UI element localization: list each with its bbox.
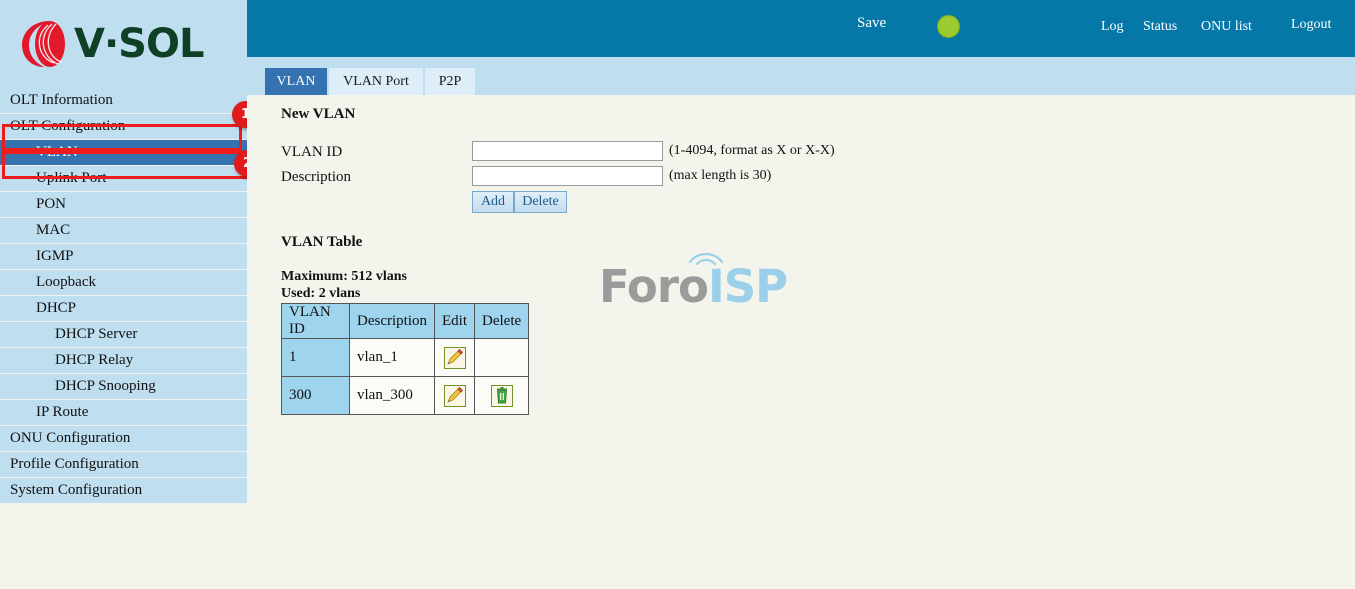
vlan-id-label: VLAN ID <box>281 144 343 160</box>
status-dot <box>937 15 960 38</box>
new-vlan-heading: New VLAN <box>281 106 356 122</box>
pencil-edit-icon[interactable] <box>443 384 466 407</box>
sidebar-item-igmp[interactable]: IGMP <box>0 244 247 270</box>
sidebar-navigation: OLT Information OLT Configuration VLAN U… <box>0 88 247 504</box>
cell-description: vlan_300 <box>349 376 435 415</box>
sidebar-item-profile-configuration[interactable]: Profile Configuration <box>0 452 247 478</box>
description-label: Description <box>281 169 351 185</box>
sidebar-item-pon[interactable]: PON <box>0 192 247 218</box>
vlan-id-hint: (1-4094, format as X or X-X) <box>669 143 835 158</box>
cell-vlan-id: 1 <box>281 338 350 377</box>
column-header-vlan-id: VLAN ID <box>281 303 350 339</box>
table-row: 300 vlan_300 <box>281 376 530 415</box>
watermark-part-isp: ISP <box>707 260 788 313</box>
vsol-swirl-logo-icon <box>22 21 65 67</box>
main-content: New VLAN VLAN ID (1-4094, format as X or… <box>247 95 1355 589</box>
cell-vlan-id: 300 <box>281 376 350 415</box>
description-hint: (max length is 30) <box>669 168 772 183</box>
nav-link-log[interactable]: Log <box>1101 19 1124 35</box>
cell-delete-empty <box>473 338 530 377</box>
sidebar-item-loopback[interactable]: Loopback <box>0 270 247 296</box>
brand-logo-panel: V·SOL <box>0 0 247 88</box>
nav-link-status[interactable]: Status <box>1143 19 1177 35</box>
brand-logo-text: V·SOL <box>74 21 204 67</box>
tab-p2p[interactable]: P2P <box>425 68 475 95</box>
column-header-delete: Delete <box>473 303 530 339</box>
vlan-table-heading: VLAN Table <box>281 234 363 250</box>
tab-vlan-port[interactable]: VLAN Port <box>329 68 423 95</box>
top-navigation-bar: Save Log Status ONU list Logout <box>247 0 1355 57</box>
cell-edit[interactable] <box>434 376 475 415</box>
trash-delete-icon[interactable] <box>490 384 513 407</box>
foroisp-watermark: ForoISP <box>599 252 788 313</box>
sidebar-item-dhcp-relay[interactable]: DHCP Relay <box>0 348 247 374</box>
vlan-table: VLAN ID Description Edit Delete 1 vlan_1 <box>281 303 530 415</box>
sidebar-item-dhcp-snooping[interactable]: DHCP Snooping <box>0 374 247 400</box>
cell-description: vlan_1 <box>349 338 435 377</box>
column-header-description: Description <box>349 303 435 339</box>
sidebar-item-onu-configuration[interactable]: ONU Configuration <box>0 426 247 452</box>
maximum-vlans-text: Maximum: 512 vlans <box>281 269 407 284</box>
pencil-edit-icon[interactable] <box>443 346 466 369</box>
nav-link-onu-list[interactable]: ONU list <box>1201 19 1252 35</box>
sidebar-item-olt-configuration[interactable]: OLT Configuration <box>0 114 247 140</box>
delete-button[interactable]: Delete <box>514 191 567 213</box>
used-vlans-text: Used: 2 vlans <box>281 286 361 301</box>
cell-delete[interactable] <box>473 376 530 415</box>
tab-strip: VLAN VLAN Port P2P <box>247 57 1355 95</box>
column-header-edit: Edit <box>434 303 475 339</box>
sidebar-item-mac[interactable]: MAC <box>0 218 247 244</box>
sidebar-item-ip-route[interactable]: IP Route <box>0 400 247 426</box>
table-row: 1 vlan_1 <box>281 338 530 377</box>
table-header-row: VLAN ID Description Edit Delete <box>281 303 530 339</box>
save-button[interactable]: Save <box>857 15 886 32</box>
nav-link-logout[interactable]: Logout <box>1291 17 1331 33</box>
sidebar-item-dhcp-server[interactable]: DHCP Server <box>0 322 247 348</box>
sidebar-item-system-configuration[interactable]: System Configuration <box>0 478 247 504</box>
sidebar-item-vlan[interactable]: VLAN <box>0 140 247 166</box>
add-button[interactable]: Add <box>472 191 514 213</box>
vlan-id-input[interactable] <box>472 141 663 161</box>
wifi-signal-arc-icon <box>688 252 724 266</box>
tab-vlan[interactable]: VLAN <box>265 68 327 95</box>
cell-edit[interactable] <box>434 338 475 377</box>
sidebar-item-olt-information[interactable]: OLT Information <box>0 88 247 114</box>
sidebar-item-dhcp[interactable]: DHCP <box>0 296 247 322</box>
sidebar-item-uplink-port[interactable]: Uplink Port <box>0 166 247 192</box>
watermark-part-foro: Foro <box>599 260 709 313</box>
description-input[interactable] <box>472 166 663 186</box>
